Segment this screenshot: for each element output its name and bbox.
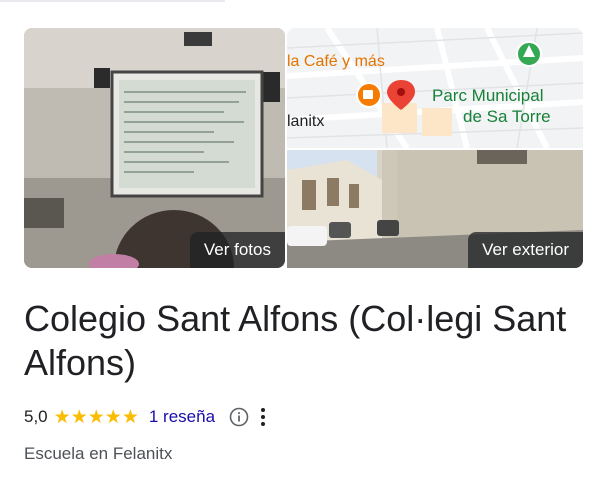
rating-row: 5,0 ★ ★ ★ ★ ★ 1 reseña [24,405,267,429]
map-park-label-line1: Parc Municipal [432,86,544,105]
more-options-icon[interactable] [259,406,267,428]
info-icon[interactable] [229,407,249,427]
reviews-link[interactable]: 1 reseña [149,407,215,427]
view-exterior-button[interactable]: Ver exterior [468,232,583,268]
rating-stars: ★ ★ ★ ★ ★ [54,408,139,427]
map-tile[interactable]: la Café y más lanitx Parc Municipal de S… [287,28,583,148]
map-town-label: lanitx [287,113,325,130]
star-icon: ★ [104,406,122,428]
place-category: Escuela en Felanitx [24,444,173,463]
map-cafe-label: la Café y más [287,53,385,70]
place-title: Colegio Sant Alfons (Col·legi Sant Alfon… [24,298,567,383]
star-icon: ★ [53,406,71,428]
star-icon: ★ [121,406,139,428]
star-icon: ★ [70,406,88,428]
view-photos-button[interactable]: Ver fotos [189,232,285,268]
map-park-label-line2: de Sa Torre [463,107,551,126]
star-icon: ★ [87,406,105,428]
exterior-tile[interactable]: Ver exterior [287,150,583,268]
top-divider [0,0,225,2]
rating-value: 5,0 [24,407,48,426]
photos-tile[interactable]: Ver fotos [24,28,285,268]
